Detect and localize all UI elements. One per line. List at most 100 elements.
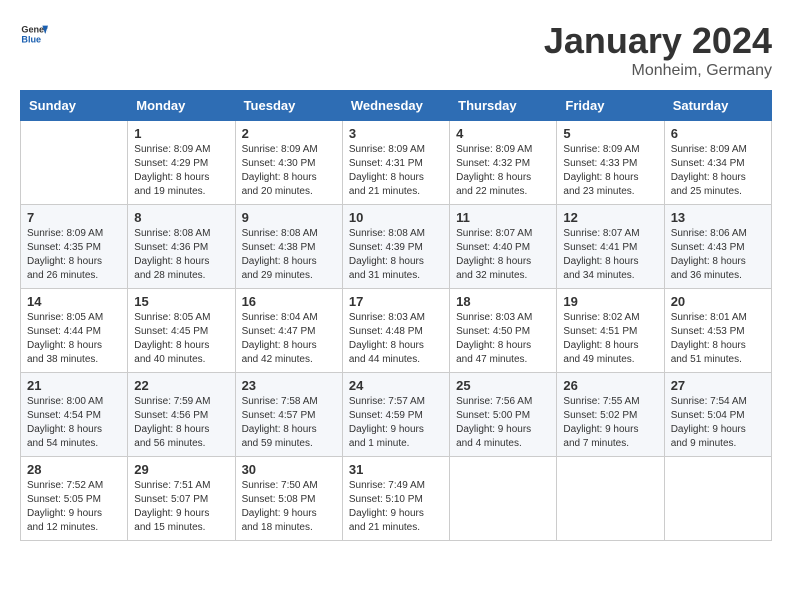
day-number: 27 <box>671 378 765 393</box>
column-header-sunday: Sunday <box>21 91 128 121</box>
day-number: 3 <box>349 126 443 141</box>
column-header-friday: Friday <box>557 91 664 121</box>
day-info: Sunrise: 7:59 AMSunset: 4:56 PMDaylight:… <box>134 395 228 451</box>
day-number: 29 <box>134 462 228 477</box>
day-number: 15 <box>134 294 228 309</box>
calendar-cell: 31 Sunrise: 7:49 AMSunset: 5:10 PMDayligh… <box>342 457 449 541</box>
calendar-cell: 25 Sunrise: 7:56 AMSunset: 5:00 PMDayligh… <box>450 373 557 457</box>
day-info: Sunrise: 8:07 AMSunset: 4:40 PMDaylight:… <box>456 227 550 283</box>
day-number: 9 <box>242 210 336 225</box>
day-number: 12 <box>563 210 657 225</box>
day-info: Sunrise: 8:04 AMSunset: 4:47 PMDaylight:… <box>242 311 336 367</box>
calendar-cell: 30 Sunrise: 7:50 AMSunset: 5:08 PMDayligh… <box>235 457 342 541</box>
day-info: Sunrise: 8:08 AMSunset: 4:38 PMDaylight:… <box>242 227 336 283</box>
column-header-thursday: Thursday <box>450 91 557 121</box>
day-info: Sunrise: 7:52 AMSunset: 5:05 PMDaylight:… <box>27 479 121 535</box>
calendar-cell: 1Sunrise: 8:09 AMSunset: 4:29 PMDaylight… <box>128 121 235 205</box>
day-info: Sunrise: 8:08 AMSunset: 4:36 PMDaylight:… <box>134 227 228 283</box>
calendar-cell: 17 Sunrise: 8:03 AMSunset: 4:48 PMDayligh… <box>342 289 449 373</box>
day-info: Sunrise: 8:03 AMSunset: 4:50 PMDaylight:… <box>456 311 550 367</box>
calendar-cell: 24 Sunrise: 7:57 AMSunset: 4:59 PMDayligh… <box>342 373 449 457</box>
day-info: Sunrise: 8:00 AMSunset: 4:54 PMDaylight:… <box>27 395 121 451</box>
day-info: Sunrise: 8:06 AMSunset: 4:43 PMDaylight:… <box>671 227 765 283</box>
day-number: 25 <box>456 378 550 393</box>
logo: General Blue <box>20 20 48 48</box>
day-number: 8 <box>134 210 228 225</box>
day-info: Sunrise: 7:56 AMSunset: 5:00 PMDaylight:… <box>456 395 550 451</box>
calendar-week-row: 21 Sunrise: 8:00 AMSunset: 4:54 PMDayligh… <box>21 373 772 457</box>
calendar-cell: 21 Sunrise: 8:00 AMSunset: 4:54 PMDayligh… <box>21 373 128 457</box>
day-info: Sunrise: 8:09 AMSunset: 4:31 PMDaylight:… <box>349 143 443 199</box>
calendar-cell: 20 Sunrise: 8:01 AMSunset: 4:53 PMDayligh… <box>664 289 771 373</box>
column-header-monday: Monday <box>128 91 235 121</box>
calendar-header-row: SundayMondayTuesdayWednesdayThursdayFrid… <box>21 91 772 121</box>
day-number: 17 <box>349 294 443 309</box>
calendar-week-row: 1Sunrise: 8:09 AMSunset: 4:29 PMDaylight… <box>21 121 772 205</box>
calendar-cell: 4 Sunrise: 8:09 AMSunset: 4:32 PMDaylight… <box>450 121 557 205</box>
calendar-cell: 10 Sunrise: 8:08 AMSunset: 4:39 PMDayligh… <box>342 205 449 289</box>
day-number: 13 <box>671 210 765 225</box>
day-number: 4 <box>456 126 550 141</box>
day-number: 28 <box>27 462 121 477</box>
day-info: Sunrise: 7:54 AMSunset: 5:04 PMDaylight:… <box>671 395 765 451</box>
column-header-wednesday: Wednesday <box>342 91 449 121</box>
header: General Blue January 2024 Monheim, Germa… <box>20 20 772 80</box>
calendar-cell: 13 Sunrise: 8:06 AMSunset: 4:43 PMDayligh… <box>664 205 771 289</box>
calendar-cell: 5Sunrise: 8:09 AMSunset: 4:33 PMDaylight… <box>557 121 664 205</box>
day-number: 14 <box>27 294 121 309</box>
day-info: Sunrise: 8:08 AMSunset: 4:39 PMDaylight:… <box>349 227 443 283</box>
calendar-week-row: 28 Sunrise: 7:52 AMSunset: 5:05 PMDayligh… <box>21 457 772 541</box>
day-info: Sunrise: 8:09 AMSunset: 4:32 PMDaylight:… <box>456 143 550 199</box>
day-number: 11 <box>456 210 550 225</box>
calendar-cell: 14 Sunrise: 8:05 AMSunset: 4:44 PMDayligh… <box>21 289 128 373</box>
calendar-cell: 6Sunrise: 8:09 AMSunset: 4:34 PMDaylight… <box>664 121 771 205</box>
day-info: Sunrise: 8:01 AMSunset: 4:53 PMDaylight:… <box>671 311 765 367</box>
column-header-saturday: Saturday <box>664 91 771 121</box>
logo-icon: General Blue <box>20 20 48 48</box>
calendar-cell: 28 Sunrise: 7:52 AMSunset: 5:05 PMDayligh… <box>21 457 128 541</box>
day-info: Sunrise: 7:57 AMSunset: 4:59 PMDaylight:… <box>349 395 443 451</box>
day-number: 31 <box>349 462 443 477</box>
calendar-cell: 29 Sunrise: 7:51 AMSunset: 5:07 PMDayligh… <box>128 457 235 541</box>
calendar-week-row: 7Sunrise: 8:09 AMSunset: 4:35 PMDaylight… <box>21 205 772 289</box>
day-info: Sunrise: 8:09 AMSunset: 4:30 PMDaylight:… <box>242 143 336 199</box>
day-info: Sunrise: 7:50 AMSunset: 5:08 PMDaylight:… <box>242 479 336 535</box>
title-area: January 2024 Monheim, Germany <box>544 20 772 80</box>
day-info: Sunrise: 7:55 AMSunset: 5:02 PMDaylight:… <box>563 395 657 451</box>
day-number: 20 <box>671 294 765 309</box>
day-info: Sunrise: 8:05 AMSunset: 4:45 PMDaylight:… <box>134 311 228 367</box>
day-number: 19 <box>563 294 657 309</box>
calendar-table: SundayMondayTuesdayWednesdayThursdayFrid… <box>20 90 772 541</box>
day-info: Sunrise: 7:51 AMSunset: 5:07 PMDaylight:… <box>134 479 228 535</box>
calendar-cell: 19 Sunrise: 8:02 AMSunset: 4:51 PMDayligh… <box>557 289 664 373</box>
day-number: 30 <box>242 462 336 477</box>
calendar-cell: 7Sunrise: 8:09 AMSunset: 4:35 PMDaylight… <box>21 205 128 289</box>
calendar-cell: 23Sunrise: 7:58 AMSunset: 4:57 PMDayligh… <box>235 373 342 457</box>
day-number: 2 <box>242 126 336 141</box>
calendar-cell: 12 Sunrise: 8:07 AMSunset: 4:41 PMDayligh… <box>557 205 664 289</box>
calendar-cell: 9 Sunrise: 8:08 AMSunset: 4:38 PMDaylight… <box>235 205 342 289</box>
day-info: Sunrise: 7:58 AMSunset: 4:57 PMDaylight:… <box>242 395 336 451</box>
calendar-cell <box>557 457 664 541</box>
day-info: Sunrise: 8:09 AMSunset: 4:35 PMDaylight:… <box>27 227 121 283</box>
calendar-cell <box>450 457 557 541</box>
calendar-title: January 2024 <box>544 20 772 62</box>
day-number: 24 <box>349 378 443 393</box>
calendar-cell: 26 Sunrise: 7:55 AMSunset: 5:02 PMDayligh… <box>557 373 664 457</box>
day-info: Sunrise: 8:09 AMSunset: 4:34 PMDaylight:… <box>671 143 765 199</box>
day-info: Sunrise: 7:49 AMSunset: 5:10 PMDaylight:… <box>349 479 443 535</box>
day-info: Sunrise: 8:02 AMSunset: 4:51 PMDaylight:… <box>563 311 657 367</box>
calendar-cell: 18Sunrise: 8:03 AMSunset: 4:50 PMDayligh… <box>450 289 557 373</box>
day-info: Sunrise: 8:03 AMSunset: 4:48 PMDaylight:… <box>349 311 443 367</box>
day-number: 10 <box>349 210 443 225</box>
day-number: 26 <box>563 378 657 393</box>
day-info: Sunrise: 8:05 AMSunset: 4:44 PMDaylight:… <box>27 311 121 367</box>
day-number: 21 <box>27 378 121 393</box>
calendar-cell <box>21 121 128 205</box>
column-header-tuesday: Tuesday <box>235 91 342 121</box>
calendar-subtitle: Monheim, Germany <box>544 62 772 80</box>
svg-text:Blue: Blue <box>21 34 41 44</box>
day-info: Sunrise: 8:07 AMSunset: 4:41 PMDaylight:… <box>563 227 657 283</box>
calendar-cell <box>664 457 771 541</box>
day-number: 16 <box>242 294 336 309</box>
